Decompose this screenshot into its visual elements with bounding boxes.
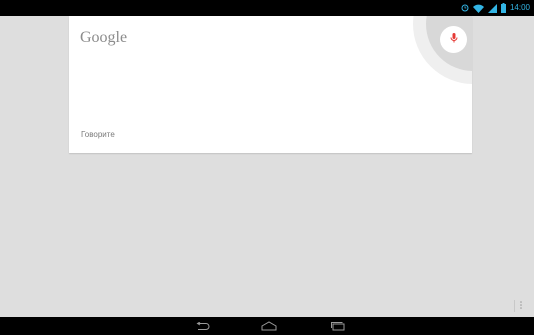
main-content: Google Говорите — [0, 16, 534, 317]
battery-icon — [500, 3, 506, 13]
status-bar: 14:00 — [0, 0, 534, 16]
alarm-icon — [461, 4, 469, 12]
speak-prompt: Говорите — [81, 130, 115, 139]
more-vert-icon — [519, 297, 523, 315]
home-icon — [260, 319, 278, 334]
overflow-menu-button[interactable] — [514, 297, 528, 315]
mic-button[interactable] — [440, 26, 467, 53]
microphone-icon — [450, 32, 458, 47]
home-button[interactable] — [259, 320, 279, 332]
status-time: 14:00 — [509, 3, 530, 12]
navigation-bar — [0, 317, 534, 335]
recent-apps-icon — [330, 319, 346, 334]
wifi-icon — [472, 4, 484, 13]
recent-apps-button[interactable] — [328, 320, 348, 332]
back-button[interactable] — [193, 320, 213, 332]
status-icons: 14:00 — [461, 2, 530, 14]
google-logo: Google — [80, 29, 128, 46]
voice-search-card: Google Говорите — [69, 16, 472, 153]
back-icon — [195, 319, 211, 334]
signal-icon — [487, 3, 497, 13]
